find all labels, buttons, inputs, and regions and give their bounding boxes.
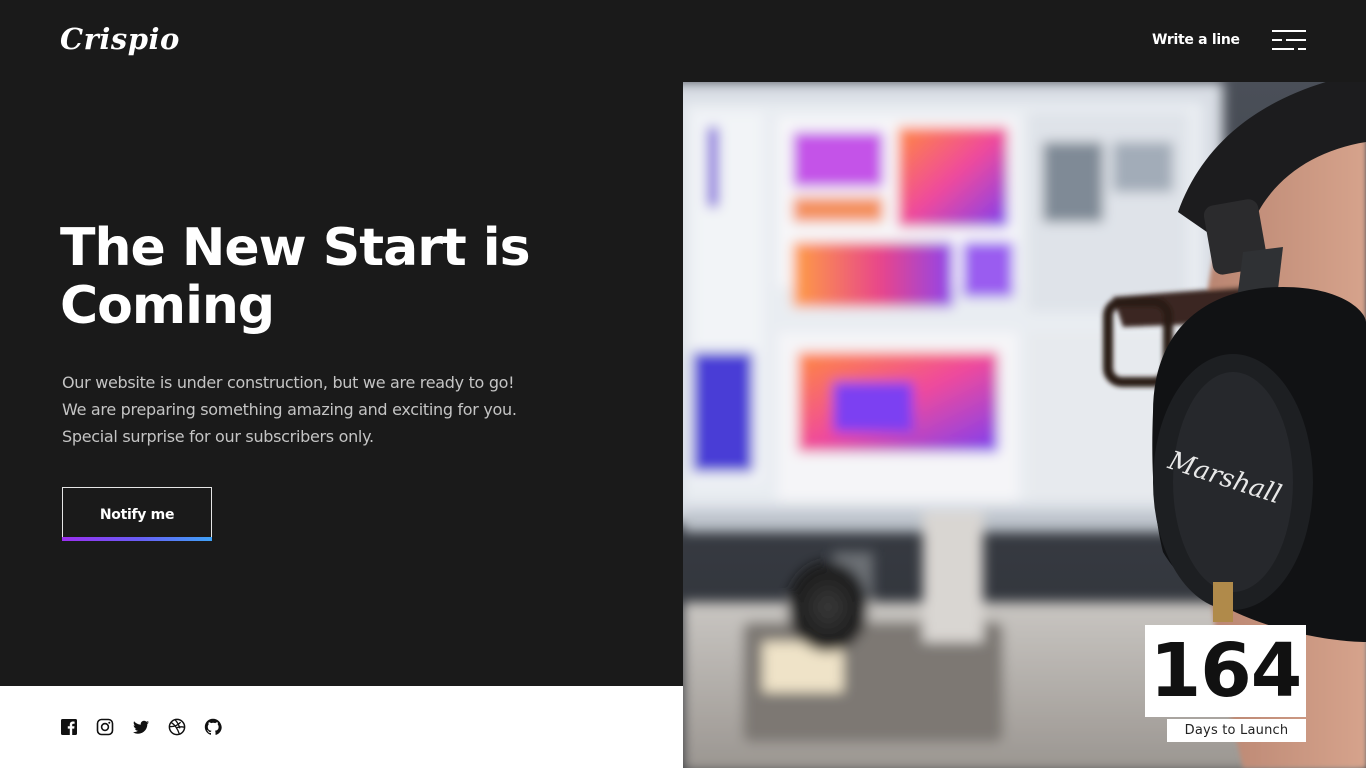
facebook-icon[interactable] [60,718,78,736]
twitter-icon[interactable] [132,718,150,736]
countdown-value: 164 [1149,628,1302,714]
notify-me-button[interactable]: Notify me [62,487,212,541]
description-line: Our website is under construction, but w… [62,373,515,392]
countdown-label: Days to Launch [1167,719,1306,742]
description-line: We are preparing something amazing and e… [62,400,517,419]
github-icon[interactable] [204,718,222,736]
button-gradient-underline [62,537,212,541]
dribbble-icon[interactable] [168,718,186,736]
write-a-line-link[interactable]: Write a line [1152,32,1240,48]
page-headline: The New Start is Coming [60,218,531,336]
hero-description: Our website is under construction, but w… [62,369,622,450]
social-links [60,718,222,736]
description-line: Special surprise for our subscribers onl… [62,427,374,446]
hamburger-menu-icon[interactable] [1272,30,1306,51]
notify-me-label: Notify me [99,506,175,523]
instagram-icon[interactable] [96,718,114,736]
countdown-box: 164 [1145,625,1306,717]
brand-logo[interactable]: Crispio [60,22,180,56]
